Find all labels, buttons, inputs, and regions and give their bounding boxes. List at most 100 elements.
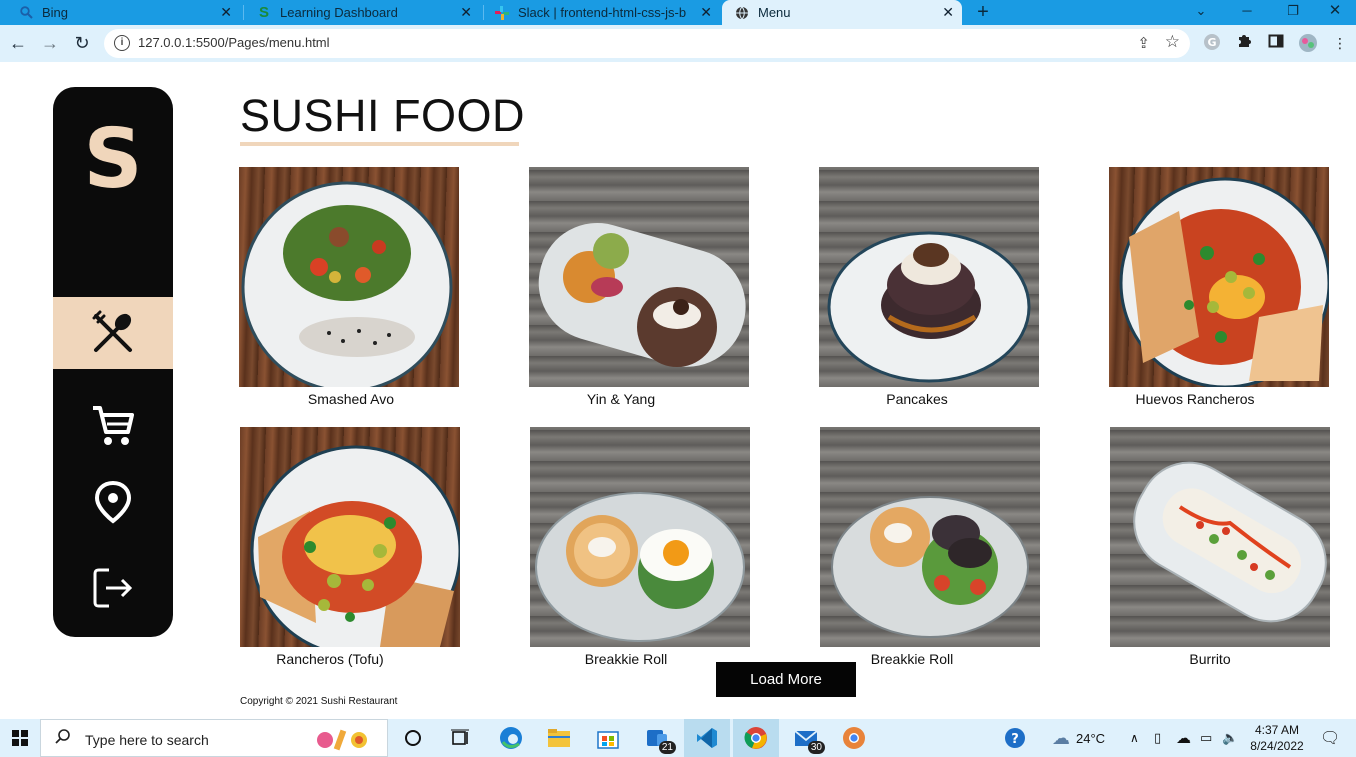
- chrome-canary-icon[interactable]: [831, 719, 877, 757]
- close-icon[interactable]: ✕: [942, 4, 954, 21]
- svg-text:?: ?: [1011, 732, 1019, 747]
- menu-card[interactable]: Burrito: [1110, 427, 1330, 667]
- browser-tab-strip: Bing ✕ S Learning Dashboard ✕ Slack | fr…: [0, 0, 1356, 25]
- tab-separator: [483, 5, 484, 20]
- volume-icon[interactable]: 🔈: [1222, 719, 1238, 757]
- weather-widget[interactable]: ☁ 24°C: [1052, 719, 1105, 757]
- sidebar-item-menu[interactable]: [53, 297, 173, 369]
- tab-title: Slack | frontend-html-css-js-batch: [518, 5, 686, 20]
- profile-avatar[interactable]: [1298, 33, 1318, 53]
- globe-icon: [734, 5, 750, 21]
- sidebar-item-logout[interactable]: [53, 552, 173, 624]
- cloud-rain-icon: ☁: [1052, 727, 1070, 748]
- tab-title: Menu: [758, 5, 791, 20]
- close-icon[interactable]: ✕: [460, 4, 472, 21]
- dish-photo: [530, 427, 750, 647]
- close-icon[interactable]: ✕: [700, 4, 712, 21]
- search-icon: [18, 5, 34, 21]
- sidebar-item-location[interactable]: [53, 466, 173, 538]
- menu-card[interactable]: Pancakes: [819, 167, 1039, 407]
- windows-logo-icon: [12, 730, 28, 746]
- task-view-icon[interactable]: [437, 719, 483, 757]
- edge-icon[interactable]: [488, 719, 534, 757]
- bookmark-star-icon[interactable]: ☆: [1165, 32, 1180, 52]
- cart-icon: [93, 406, 134, 445]
- menu-card[interactable]: Breakkie Roll: [530, 427, 750, 667]
- dish-name: Pancakes: [886, 391, 948, 407]
- page-title: SUSHI FOOD: [240, 90, 526, 141]
- dish-photo: [1110, 427, 1330, 647]
- logout-icon: [93, 568, 133, 608]
- location-pin-icon: [94, 480, 132, 524]
- grammarly-extension-icon[interactable]: G: [1202, 33, 1222, 53]
- svg-text:G: G: [1207, 36, 1216, 49]
- s-logo-icon: S: [258, 4, 269, 21]
- notification-center-icon[interactable]: 🗨: [1320, 719, 1340, 757]
- taskbar-search-box[interactable]: Type here to search: [40, 719, 388, 757]
- menu-card[interactable]: Rancheros (Tofu): [240, 427, 460, 667]
- dish-name: Huevos Rancheros: [1135, 391, 1255, 407]
- dish-photo: [819, 167, 1039, 387]
- cortana-icon[interactable]: [390, 719, 436, 757]
- microsoft-store-icon[interactable]: [585, 719, 631, 757]
- new-tab-button[interactable]: +: [972, 0, 994, 25]
- dish-photo: [240, 427, 460, 647]
- chrome-icon[interactable]: [733, 719, 779, 757]
- help-icon[interactable]: ?: [1004, 719, 1026, 757]
- tab-learning-dashboard[interactable]: S Learning Dashboard ✕: [246, 0, 480, 25]
- meet-now-icon[interactable]: ▯: [1154, 719, 1161, 757]
- menu-card[interactable]: Huevos Rancheros: [1109, 167, 1329, 407]
- clock-time: 4:37 AM: [1254, 723, 1300, 737]
- menu-card[interactable]: Smashed Avo: [239, 167, 459, 407]
- address-bar[interactable]: i 127.0.0.1:5500/Pages/menu.html ⇪ ☆: [104, 29, 1190, 58]
- clock-date: 8/24/2022: [1250, 739, 1304, 753]
- dish-name: Burrito: [1189, 651, 1231, 667]
- dish-name: Breakkie Roll: [584, 651, 668, 667]
- url-text: 127.0.0.1:5500/Pages/menu.html: [138, 35, 330, 50]
- onedrive-cloud-icon[interactable]: ☁: [1176, 719, 1191, 757]
- reload-button[interactable]: ↻: [70, 31, 94, 55]
- dish-name: Smashed Avo: [307, 391, 395, 407]
- restore-button[interactable]: ❐: [1270, 0, 1316, 25]
- forward-button[interactable]: →: [38, 31, 62, 55]
- vscode-icon[interactable]: [684, 719, 730, 757]
- windows-taskbar: Type here to search 21 30 ? ☁ 24°C ∧ ▯ ☁…: [0, 719, 1356, 757]
- dish-photo: [1109, 167, 1329, 387]
- clock[interactable]: 4:37 AM 8/24/2022: [1246, 722, 1308, 754]
- tab-menu[interactable]: Menu ✕: [722, 0, 962, 25]
- tab-title: Learning Dashboard: [280, 5, 398, 20]
- dish-photo: [239, 167, 459, 387]
- notification-badge: 21: [658, 741, 676, 754]
- copyright-text: Copyright © 2021 Sushi Restaurant: [240, 696, 398, 707]
- tab-bing[interactable]: Bing ✕: [0, 0, 240, 25]
- browser-menu-icon[interactable]: ⋮: [1330, 33, 1350, 53]
- tab-title: Bing: [42, 5, 69, 20]
- load-more-button[interactable]: Load More: [716, 662, 856, 697]
- file-explorer-icon[interactable]: [536, 719, 582, 757]
- dish-photo: [529, 167, 749, 387]
- close-icon[interactable]: ✕: [220, 4, 232, 21]
- tab-slack[interactable]: Slack | frontend-html-css-js-batch ✕: [486, 0, 720, 25]
- mail-icon[interactable]: 30: [783, 719, 829, 757]
- battery-icon[interactable]: ▭: [1200, 719, 1212, 757]
- dish-name: Rancheros (Tofu): [276, 651, 384, 667]
- share-icon[interactable]: ⇪: [1137, 34, 1150, 52]
- back-button[interactable]: ←: [6, 31, 30, 55]
- info-icon[interactable]: i: [114, 35, 130, 51]
- search-highlight-icon: [313, 726, 373, 757]
- teams-icon[interactable]: 21: [634, 719, 680, 757]
- minimize-button[interactable]: ─: [1224, 0, 1270, 25]
- start-button[interactable]: [0, 719, 40, 757]
- search-icon: [55, 728, 71, 749]
- side-panel-icon[interactable]: [1266, 33, 1286, 53]
- close-window-button[interactable]: ✕: [1312, 0, 1356, 25]
- tab-separator: [243, 5, 244, 20]
- menu-card[interactable]: Yin & Yang: [529, 167, 749, 407]
- slack-icon: [494, 5, 510, 21]
- tab-search-chevron-icon[interactable]: ⌄: [1178, 0, 1224, 25]
- sidebar-item-cart[interactable]: [53, 390, 173, 462]
- menu-card[interactable]: Breakkie Roll: [820, 427, 1040, 667]
- extensions-puzzle-icon[interactable]: [1234, 33, 1254, 53]
- chevron-up-icon[interactable]: ∧: [1130, 719, 1139, 757]
- weather-temperature: 24°C: [1076, 730, 1106, 746]
